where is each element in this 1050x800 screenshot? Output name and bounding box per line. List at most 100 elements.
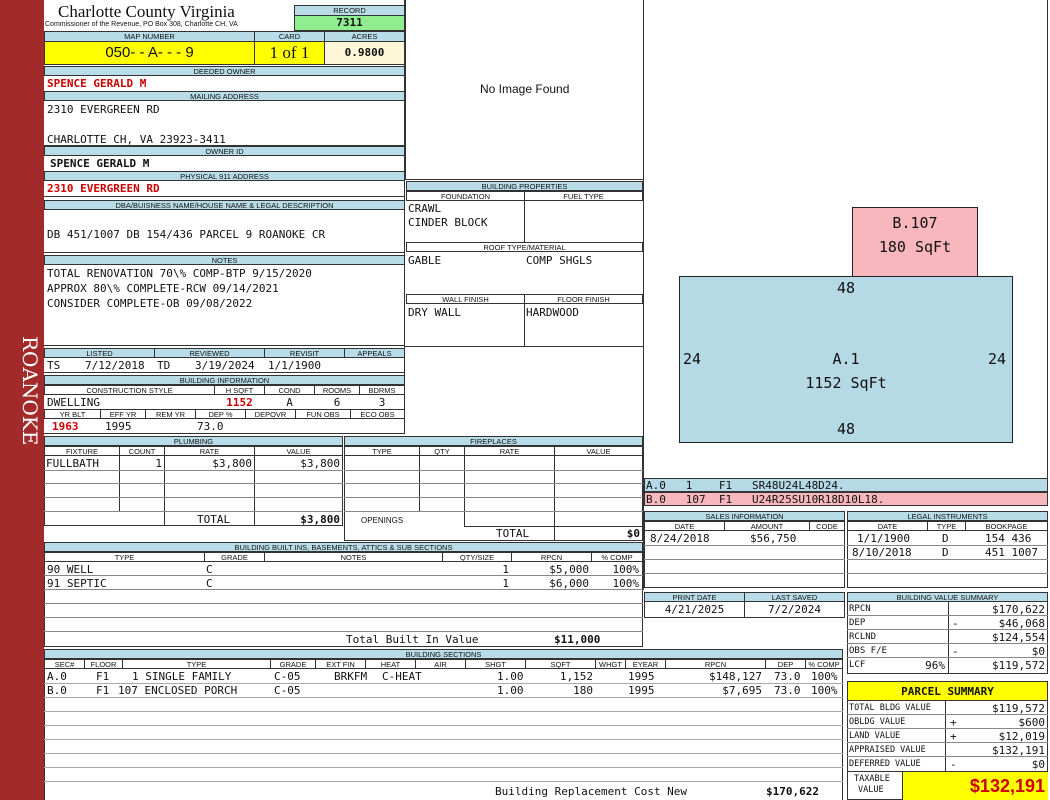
section-b-area: 180 SqFt — [878, 238, 952, 256]
sales-header: SALES INFORMATION — [644, 511, 845, 521]
dim-bottom: 48 — [836, 420, 856, 438]
owner-id: SPENCE GERALD M — [50, 157, 150, 170]
roof-col: ROOF TYPE/MATERIAL — [406, 242, 643, 252]
reviewed-by: TD — [157, 359, 171, 372]
dim-right: 24 — [988, 350, 1007, 368]
deferred-label: DEFERRED VALUE — [849, 759, 921, 769]
owner-id-header: OWNER ID — [44, 146, 405, 156]
mailing-line-1: 2310 EVERGREEN RD — [47, 103, 160, 116]
section-grade: C-05 — [274, 684, 301, 697]
construction-style: DWELLING — [47, 396, 100, 409]
builtin-comp: 100% — [612, 563, 640, 576]
building-properties-header: BUILDING PROPERTIES — [406, 181, 643, 191]
land-label: LAND VALUE — [849, 731, 901, 741]
bdrms-value: 3 — [378, 396, 386, 409]
foundation-1: CRAWL — [408, 202, 442, 215]
physical-address-header: PHYSICAL 911 ADDRESS — [44, 171, 405, 181]
bvs-obs: $0 — [1031, 645, 1045, 658]
county-name: Charlotte County Virginia — [58, 2, 235, 21]
builtin-grade: C — [206, 563, 213, 576]
taxable-label-1: TAXABLE — [854, 774, 890, 784]
bvs-lcf-percent: 96% — [925, 659, 945, 672]
effyr-col: EFF YR — [100, 409, 146, 419]
wall-finish: DRY WALL — [408, 306, 461, 319]
section-shgt: 1.00 — [497, 684, 524, 697]
sale-amount: $56,750 — [750, 532, 797, 545]
obldg-label: OBLDG VALUE — [849, 717, 906, 727]
legal-type: D — [942, 532, 949, 545]
hsqft-value: 1152 — [226, 396, 253, 409]
bvs-lcf: $119,572 — [992, 659, 1045, 672]
openings-label: OPENINGS — [361, 516, 404, 525]
bvs-obs-sign: - — [952, 645, 959, 658]
fixture-count: 1 — [155, 457, 162, 470]
obldg-value: $600 — [1018, 716, 1046, 729]
dba-header: DBA/BUISNESS NAME/HOUSE NAME & LEGAL DES… — [44, 200, 405, 210]
section-comp: 100% — [811, 684, 838, 697]
legal-date: 1/1/1900 — [857, 532, 910, 545]
section-a-label: A.1 — [832, 350, 860, 368]
brcn-label: Building Replacement Cost New — [495, 785, 688, 798]
listed-by: TS — [47, 359, 61, 372]
listed-date: 7/12/2018 — [85, 359, 145, 372]
legal-date: 8/10/2018 — [852, 546, 912, 559]
section-a-area: 1152 SqFt — [805, 374, 887, 392]
bvs-rpcn-label: RPCN — [849, 604, 871, 614]
builtin-qty: 1 — [502, 563, 509, 576]
dim-top: 48 — [836, 279, 856, 297]
section-rpcn: $7,695 — [722, 684, 762, 697]
listed-header: LISTED — [44, 348, 155, 358]
total-bldg-label: TOTAL BLDG VALUE — [849, 703, 931, 713]
bvs-dep-sign: - — [952, 617, 959, 630]
section-b-label: B.107 — [892, 214, 938, 232]
cond-col: COND — [264, 385, 315, 395]
parcel-summary-title: PARCEL SUMMARY — [901, 685, 994, 698]
builtins-total-label: Total Built In Value — [346, 633, 479, 646]
section-floor: F1 — [96, 670, 110, 683]
bdrms-col: BDRMS — [359, 385, 405, 395]
builtins-total: $11,000 — [554, 633, 601, 646]
fixture-value: $3,800 — [300, 457, 340, 470]
legal-book: 154 436 — [985, 532, 1032, 545]
legal-instruments-header: LEGAL INSTRUMENTS — [847, 511, 1048, 521]
reviewed-header: REVIEWED — [154, 348, 265, 358]
note-line: TOTAL RENOVATION 70\% COMP-BTP 9/15/2020 — [47, 267, 312, 280]
bvs-dep-label: DEP — [849, 618, 866, 628]
fixture-name: FULLBATH — [46, 457, 99, 470]
plumbing-total-label: TOTAL — [197, 513, 231, 526]
sale-date: 8/24/2018 — [650, 532, 710, 545]
commissioner-text: Commissioner of the Revenue, PO Box 308,… — [45, 21, 238, 28]
style-col: CONSTRUCTION STYLE — [44, 385, 215, 395]
no-image-text: No Image Found — [480, 82, 570, 96]
section-floor: F1 — [96, 684, 110, 697]
taxable-value: $132,191 — [969, 776, 1045, 796]
bvs-lcf-label: LCF — [849, 660, 866, 670]
acres-value: 0.9800 — [324, 41, 405, 65]
wall-col: WALL FINISH — [406, 294, 525, 304]
revisit-date: 1/1/1900 — [268, 359, 321, 372]
last-saved: 7/2/2024 — [768, 603, 821, 616]
section-dep: 73.0 — [774, 684, 801, 697]
section-dep: 73.0 — [774, 670, 801, 683]
side-label: ROANOKE — [18, 336, 42, 446]
floor-col: FLOOR FINISH — [524, 294, 643, 304]
section-eyear: 1995 — [628, 670, 655, 683]
depovr-col: DEPOVR — [245, 409, 296, 419]
floor-finish: HARDWOOD — [526, 306, 579, 319]
builtin-grade: C — [206, 577, 213, 590]
remyr-col: REM YR — [145, 409, 196, 419]
section-grade: C-05 — [274, 670, 301, 683]
section-sec: A.0 — [47, 670, 67, 683]
bvs-rpcn: $170,622 — [992, 603, 1045, 616]
eff-year: 1995 — [105, 420, 132, 433]
map-number-value: 050- - A- - - 9 — [44, 41, 255, 65]
building-sections-header: BUILDING SECTIONS — [44, 649, 843, 659]
brcn-value: $170,622 — [766, 785, 819, 798]
year-built: 1963 — [52, 420, 79, 433]
yrblt-col: YR BLT — [44, 409, 101, 419]
fireplaces-total: $0 — [626, 527, 640, 540]
builtin-rpcn: $5,000 — [549, 563, 589, 576]
section-rpcn: $148,127 — [709, 670, 762, 683]
builtin-type: 90 WELL — [47, 563, 94, 576]
deferred-value: $0 — [1031, 758, 1045, 771]
